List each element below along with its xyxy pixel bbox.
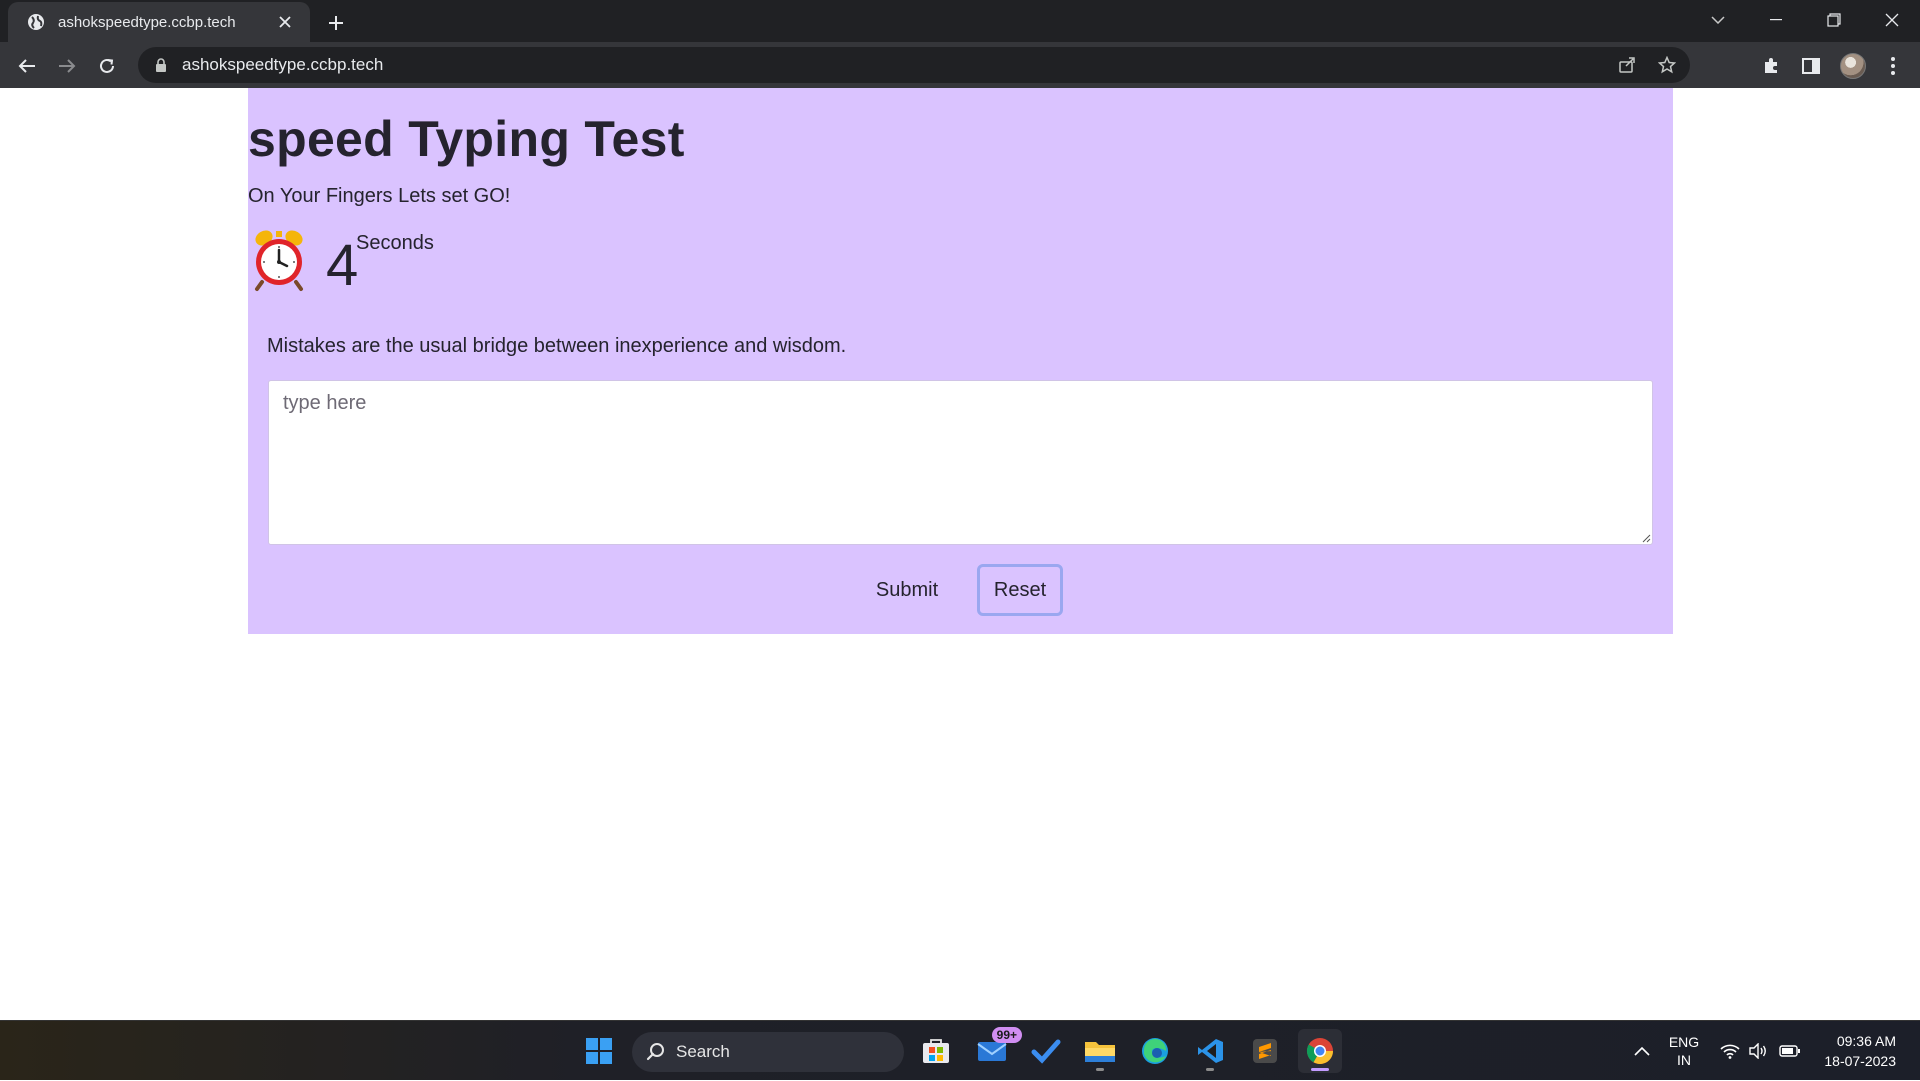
search-icon bbox=[646, 1042, 666, 1062]
taskbar: Search 99+ ENG IN 09:36 AM 18-07-2023 bbox=[0, 1020, 1920, 1080]
language-region: IN bbox=[1677, 1052, 1691, 1068]
todo-checkmark-icon[interactable] bbox=[1024, 1029, 1068, 1073]
web-page: speed Typing Test On Your Fingers Lets s… bbox=[0, 88, 1920, 1020]
forward-arrow-icon[interactable] bbox=[50, 49, 84, 83]
chrome-browser-icon[interactable] bbox=[1298, 1029, 1342, 1073]
tab-search-chevron-icon[interactable] bbox=[1690, 0, 1746, 40]
tray-overflow-chevron-icon[interactable] bbox=[1624, 1021, 1660, 1081]
close-window-button[interactable] bbox=[1864, 0, 1920, 40]
windows-start-icon[interactable] bbox=[577, 1029, 621, 1073]
lock-icon bbox=[154, 57, 168, 73]
globe-icon bbox=[26, 12, 46, 32]
alarm-clock-icon bbox=[250, 228, 308, 292]
mail-icon[interactable]: 99+ bbox=[970, 1027, 1022, 1073]
new-tab-button[interactable] bbox=[322, 9, 350, 37]
more-menu-icon[interactable] bbox=[1876, 49, 1910, 83]
clock-time: 09:36 AM bbox=[1836, 1033, 1896, 1049]
subtitle: On Your Fingers Lets set GO! bbox=[248, 185, 511, 207]
typing-test-card: speed Typing Test On Your Fingers Lets s… bbox=[248, 88, 1673, 634]
wifi-icon[interactable] bbox=[1716, 1021, 1744, 1081]
system-clock[interactable]: 09:36 AM 18-07-2023 bbox=[1808, 1021, 1896, 1081]
back-arrow-icon[interactable] bbox=[10, 49, 44, 83]
restore-button[interactable] bbox=[1806, 0, 1862, 40]
minimize-button[interactable] bbox=[1748, 0, 1804, 40]
language-indicator[interactable]: ENG IN bbox=[1660, 1021, 1708, 1081]
resize-grip-icon[interactable] bbox=[1641, 533, 1651, 543]
edge-browser-icon[interactable] bbox=[1133, 1029, 1177, 1073]
clock-date: 18-07-2023 bbox=[1824, 1053, 1896, 1069]
close-tab-icon[interactable] bbox=[274, 11, 296, 33]
file-explorer-icon[interactable] bbox=[1078, 1029, 1122, 1073]
side-panel-icon[interactable] bbox=[1794, 49, 1828, 83]
reset-button[interactable]: Reset bbox=[977, 564, 1063, 616]
language-code: ENG bbox=[1668, 1034, 1700, 1050]
page-title: speed Typing Test bbox=[248, 111, 685, 167]
browser-tab-strip: ashokspeedtype.ccbp.tech bbox=[0, 0, 1920, 42]
profile-avatar[interactable] bbox=[1836, 49, 1870, 83]
timer-value: 4 bbox=[326, 233, 359, 298]
submit-button[interactable]: Submit bbox=[865, 564, 949, 616]
mail-badge: 99+ bbox=[991, 1027, 1022, 1043]
share-icon[interactable] bbox=[1610, 48, 1644, 82]
battery-icon[interactable] bbox=[1774, 1021, 1806, 1081]
url-text: ashokspeedtype.ccbp.tech bbox=[182, 55, 384, 74]
typing-input[interactable] bbox=[268, 380, 1653, 545]
reload-icon[interactable] bbox=[90, 49, 124, 83]
search-label: Search bbox=[676, 1042, 730, 1061]
vscode-icon[interactable] bbox=[1188, 1029, 1232, 1073]
tab-title: ashokspeedtype.ccbp.tech bbox=[58, 13, 236, 31]
extensions-puzzle-icon[interactable] bbox=[1754, 49, 1788, 83]
quote-text: Mistakes are the usual bridge between in… bbox=[267, 335, 847, 357]
sublime-text-icon[interactable] bbox=[1243, 1029, 1287, 1073]
browser-tab[interactable]: ashokspeedtype.ccbp.tech bbox=[8, 2, 310, 42]
taskbar-search[interactable]: Search bbox=[632, 1032, 904, 1072]
timer-unit: Seconds bbox=[356, 232, 434, 254]
microsoft-store-icon[interactable] bbox=[914, 1029, 958, 1073]
volume-icon[interactable] bbox=[1744, 1021, 1772, 1081]
bookmark-star-icon[interactable] bbox=[1650, 48, 1684, 82]
address-bar[interactable]: ashokspeedtype.ccbp.tech bbox=[138, 47, 1690, 83]
browser-toolbar: ashokspeedtype.ccbp.tech bbox=[0, 42, 1920, 88]
timer: 4 Seconds bbox=[248, 226, 508, 296]
